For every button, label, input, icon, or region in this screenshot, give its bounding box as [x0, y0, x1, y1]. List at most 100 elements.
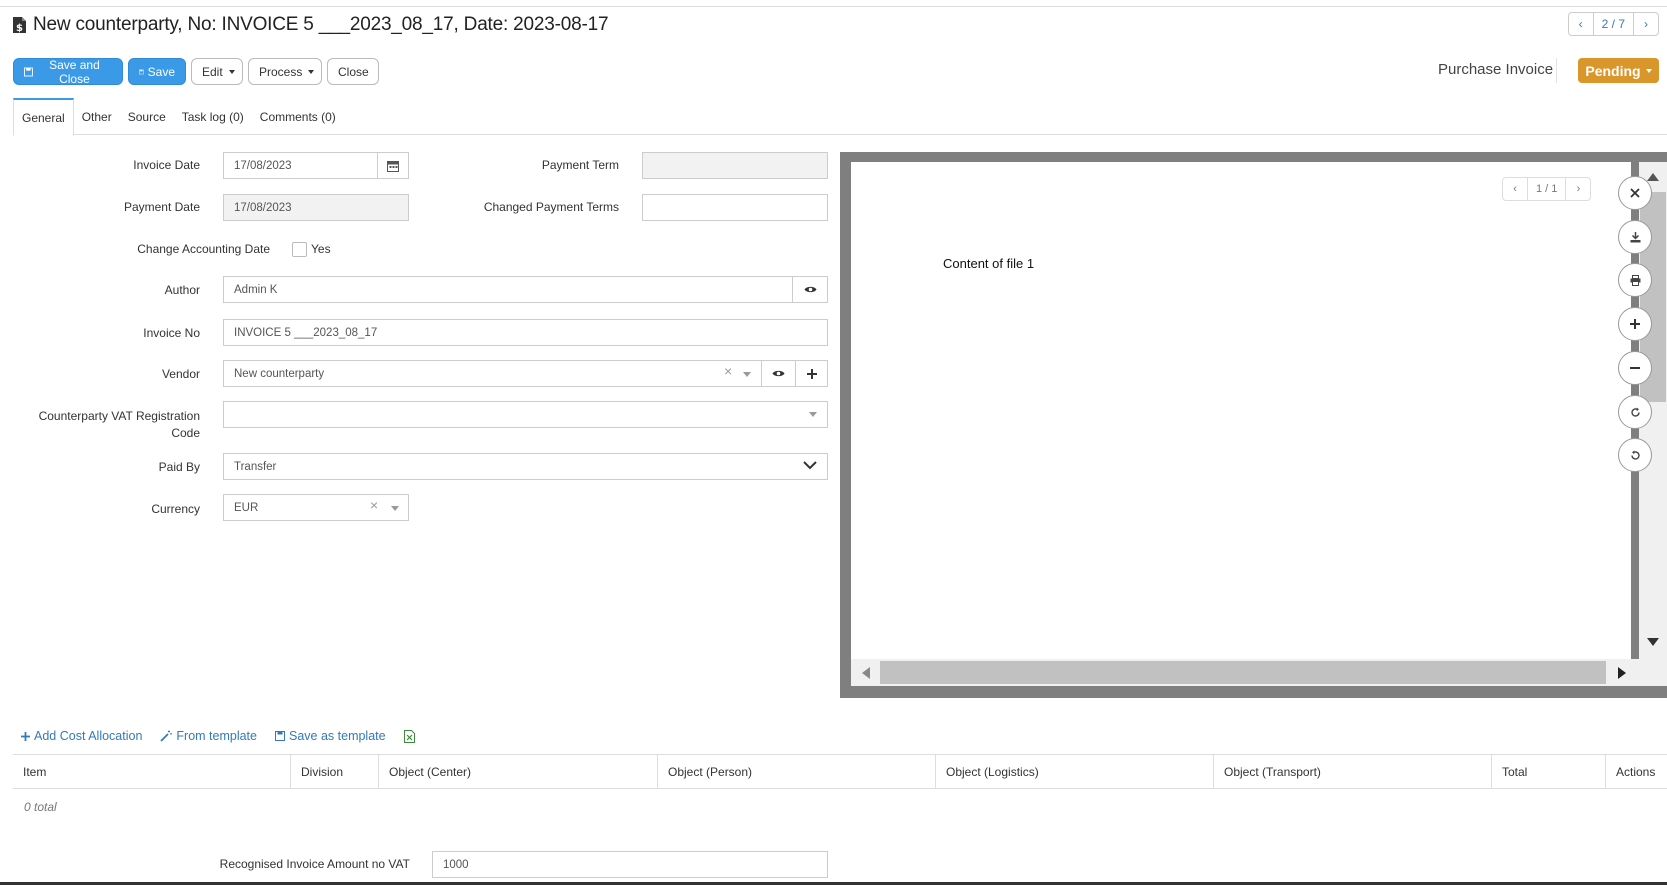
column-total[interactable]: Total	[1491, 755, 1605, 789]
toolbar: Save and Close Save Edit Process Close	[13, 57, 379, 86]
viewer-horizontal-scroll-thumb[interactable]	[880, 661, 1606, 684]
vat-code-dropdown-icon[interactable]	[809, 412, 817, 417]
column-object-center[interactable]: Object (Center)	[378, 755, 657, 789]
status-dropdown[interactable]: Pending	[1578, 58, 1659, 83]
close-button[interactable]: Close	[327, 58, 379, 85]
tab-other[interactable]: Other	[74, 98, 120, 135]
chevron-down-icon	[803, 461, 817, 470]
edit-label: Edit	[202, 64, 223, 79]
page-title: New counterparty, No: INVOICE 5 ___2023_…	[33, 14, 609, 35]
calendar-button[interactable]	[377, 152, 409, 179]
column-object-transport[interactable]: Object (Transport)	[1213, 755, 1491, 789]
chevron-left-icon: ‹	[1578, 17, 1583, 31]
invoice-date-input[interactable]: 17/08/2023	[223, 152, 378, 179]
currency-select[interactable]: EUR	[223, 494, 409, 521]
recognised-amount-input[interactable]: 1000	[432, 851, 828, 878]
save-label: Save	[147, 64, 175, 79]
edit-dropdown-button[interactable]: Edit	[191, 58, 243, 85]
minus-icon	[1630, 367, 1640, 369]
viewer-page-counter: 1 / 1	[1528, 177, 1566, 201]
chevron-left-icon: ‹	[1513, 183, 1517, 195]
column-item[interactable]: Item	[13, 755, 290, 789]
currency-value: EUR	[234, 501, 259, 514]
column-division[interactable]: Division	[290, 755, 378, 789]
recognised-amount-label: Recognised Invoice Amount no VAT	[219, 857, 410, 871]
column-object-logistics[interactable]: Object (Logistics)	[935, 755, 1213, 789]
tab-source[interactable]: Source	[120, 98, 174, 135]
tab-comments[interactable]: Comments (0)	[252, 98, 344, 135]
column-object-person[interactable]: Object (Person)	[657, 755, 935, 789]
changed-payment-terms-input[interactable]	[642, 194, 828, 221]
title-row: $ New counterparty, No: INVOICE 5 ___202…	[12, 14, 609, 36]
magic-wand-icon	[160, 730, 173, 742]
currency-dropdown-icon[interactable]	[391, 506, 399, 511]
download-icon	[1630, 231, 1640, 242]
viewer-close-button[interactable]	[1618, 176, 1652, 210]
viewer-print-button[interactable]	[1618, 263, 1652, 297]
author-view-button[interactable]	[792, 276, 828, 303]
plus-icon	[1630, 319, 1640, 329]
plus-icon	[21, 731, 30, 741]
viewer-next-page-button[interactable]: ›	[1565, 177, 1592, 201]
payment-term-label: Payment Term	[541, 158, 619, 172]
clear-vendor-icon[interactable]: ×	[724, 363, 732, 379]
allocation-total: 0 total	[24, 800, 57, 814]
column-actions: Actions	[1605, 755, 1667, 789]
viewer-zoom-out-button[interactable]	[1618, 351, 1652, 385]
cost-allocation-table-header: Item Division Object (Center) Object (Pe…	[13, 754, 1667, 789]
payment-date-input[interactable]: 17/08/2023	[223, 194, 409, 221]
excel-file-icon	[403, 729, 415, 743]
from-template-button[interactable]: From template	[160, 729, 257, 743]
scroll-right-arrow-icon[interactable]	[1618, 667, 1626, 679]
record-pager: ‹ 2 / 7 ›	[1567, 12, 1659, 36]
add-cost-allocation-button[interactable]: Add Cost Allocation	[21, 729, 142, 743]
process-dropdown-button[interactable]: Process	[248, 58, 322, 85]
floppy-disk-icon	[275, 731, 285, 741]
paid-by-select[interactable]: Transfer	[223, 453, 828, 480]
viewer-page-pager: ‹ 1 / 1 ›	[1502, 177, 1592, 201]
save-and-close-label: Save and Close	[49, 57, 100, 86]
viewer-rotate-clockwise-button[interactable]	[1618, 395, 1652, 429]
eye-icon	[804, 286, 816, 293]
paid-by-label: Paid By	[158, 460, 200, 474]
author-input[interactable]: Admin K	[223, 276, 793, 303]
change-accounting-date-checkbox[interactable]	[292, 242, 307, 257]
caret-down-icon	[308, 69, 315, 74]
vendor-dropdown-icon[interactable]	[743, 372, 751, 377]
save-as-template-button[interactable]: Save as template	[275, 729, 386, 743]
payment-term-input[interactable]	[642, 152, 828, 179]
clear-currency-icon[interactable]: ×	[370, 497, 378, 513]
document-content: Content of file 1	[943, 256, 1035, 271]
previous-record-button[interactable]: ‹	[1567, 12, 1594, 36]
change-accounting-date-option: Yes	[311, 242, 331, 256]
add-cost-allocation-label: Add Cost Allocation	[34, 729, 143, 743]
invoice-no-input[interactable]: INVOICE 5 ___2023_08_17	[223, 319, 828, 346]
close-label: Close	[338, 64, 369, 79]
add-vendor-button[interactable]	[795, 360, 828, 387]
vendor-value: New counterparty	[234, 367, 325, 380]
viewer-download-button[interactable]	[1618, 220, 1652, 254]
vat-code-label-line1: Counterparty VAT Registration	[38, 409, 200, 423]
vendor-select[interactable]: New counterparty	[223, 360, 762, 387]
vat-code-label-line2: Code	[171, 426, 200, 440]
close-icon	[1630, 188, 1640, 198]
vendor-view-button[interactable]	[761, 360, 796, 387]
vat-code-select[interactable]	[223, 401, 828, 428]
svg-text:$: $	[16, 23, 23, 34]
viewer-previous-page-button[interactable]: ‹	[1502, 177, 1528, 201]
rotate-clockwise-icon	[1630, 407, 1640, 417]
record-counter: 2 / 7	[1593, 12, 1633, 36]
viewer-rotate-counterclockwise-button[interactable]	[1618, 438, 1652, 472]
tab-task-log[interactable]: Task log (0)	[174, 98, 252, 135]
tab-general[interactable]: General	[13, 98, 74, 136]
scroll-down-arrow-icon[interactable]	[1647, 638, 1659, 646]
save-button[interactable]: Save	[128, 58, 186, 85]
next-record-button[interactable]: ›	[1633, 12, 1659, 36]
viewer-zoom-in-button[interactable]	[1618, 307, 1652, 341]
scroll-up-arrow-icon[interactable]	[1647, 173, 1659, 181]
chevron-right-icon: ›	[1576, 183, 1581, 195]
export-excel-button[interactable]	[403, 729, 415, 743]
scroll-left-arrow-icon[interactable]	[862, 667, 870, 679]
save-and-close-button[interactable]: Save and Close	[13, 57, 123, 86]
currency-label: Currency	[151, 502, 200, 516]
